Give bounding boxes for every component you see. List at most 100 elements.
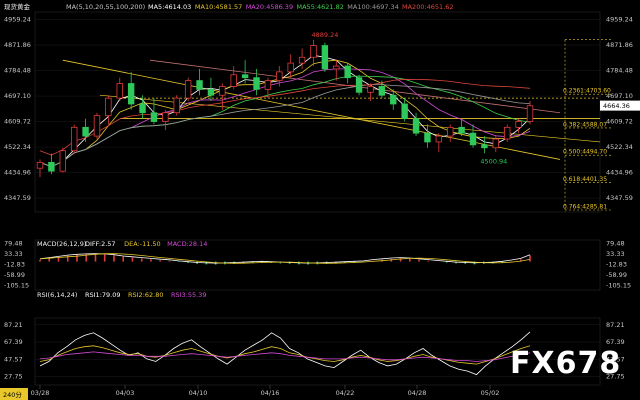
panel-frame [34,239,601,291]
macd-y-tick-right: -12.83 [606,261,627,269]
fib-label: 0.618:4401.35 [563,176,607,183]
x-tick-label: 04/10 [189,389,208,397]
candle-body [412,118,420,134]
candle-body [184,80,192,99]
candle-body [276,71,283,82]
low-label: 4500.94 [480,158,507,166]
candle-body [150,112,158,122]
ma-legend-item: MA100:4697.34 [347,3,399,11]
candle-body [162,112,169,122]
y-tick-right: 4522.34 [606,143,633,151]
candle-body [310,45,317,58]
candle-body [321,45,329,70]
macd-legend-item: DIFF:2.57 [85,240,116,248]
ma-legend-item: MA55:4621.82 [297,3,344,11]
y-tick-left: 4697.10 [4,92,31,100]
y-tick-left: 4959.24 [4,16,31,24]
y-tick-left: 4609.72 [4,118,31,126]
candle-body [116,83,123,99]
candle-body [105,97,112,117]
macd-title: MACD(26,12,9) [37,240,86,248]
y-tick-right: 4347.59 [606,194,633,202]
ma-legend-item: MA200:4651.62 [402,3,454,11]
candle-body [344,65,351,79]
x-tick-label: 04/28 [408,389,427,397]
candle-body [504,126,511,140]
candle-body [333,65,340,70]
rsi-y-tick-right: 87.21 [606,321,625,329]
candle-body [230,74,237,87]
ma-legend-item: MA5:4614.03 [148,3,191,11]
fib-label: 0.764:4285.81 [563,204,607,211]
rsi-title: RSI(6,14,24) [37,291,77,299]
trading-chart[interactable]: 现货黄金 MA(5,10,20,55,100,200) MA5:4614.03 MA1… [0,0,640,400]
candle-body [515,121,522,128]
macd-legend-item: MACD:28.14 [167,240,207,248]
ma-legend-item: MA20:4586.39 [246,3,293,11]
y-tick-left: 4347.59 [4,194,31,202]
rsi-line-1 [39,331,531,376]
candle-body [492,138,500,149]
rsi-legend-item: RSI2:62.80 [128,291,164,299]
y-tick-right: 4959.24 [606,16,633,24]
watermark: FX678 [510,346,622,381]
candle-body [196,80,203,90]
ma-legend-item: MA10:4581.57 [195,3,242,11]
ma-header: MA(5,10,20,55,100,200) [66,3,145,11]
ma20-line [39,68,531,168]
period-label: 240分 [3,390,22,399]
candle-body [469,132,477,146]
candle-body [264,80,272,90]
macd-y-tick-right: 79.48 [606,240,625,248]
macd-y-tick-right: -58.99 [606,271,627,279]
candle-body [207,88,215,96]
candle-body [298,56,306,64]
macd-y-tick-left: -58.99 [4,271,25,279]
fib-label: 0.2361:4703.60 [563,88,611,95]
x-tick-label: 05/02 [481,389,500,397]
candle-body [355,77,363,93]
last-price: 4664.36 [603,102,630,110]
x-tick-label: 03/28 [31,389,50,397]
candle-body [458,126,465,134]
candle-body [287,62,294,73]
macd-y-tick-right: -105.15 [606,281,631,289]
candle-body [424,132,431,143]
x-tick-label: 04/03 [116,389,135,397]
rsi-y-tick-left: 47.57 [4,355,23,363]
candle-body [526,105,534,122]
candle-body [378,86,386,96]
rsi-y-tick-left: 27.75 [4,373,23,381]
candle-body [253,77,260,90]
rsi-y-tick-right: 67.39 [606,338,625,346]
fib-label: 0.500:4494.70 [563,149,607,156]
rsi-legend-item: RSI1:79.09 [85,291,121,299]
candle-body [173,97,180,114]
candle-body [367,86,374,93]
candle-body [93,115,101,137]
candle-body [139,103,146,114]
rsi-line-3 [39,351,531,362]
rsi-y-tick-left: 67.39 [4,338,23,346]
x-tick-label: 04/22 [336,389,355,397]
macd-y-tick-left: 79.48 [4,240,23,248]
candle-body [70,126,78,152]
y-tick-right: 4434.96 [606,169,633,177]
candle-body [390,94,397,105]
high-label: 4889.24 [311,31,338,39]
fib-label: 0.382:4588.07 [563,121,607,128]
candle-body [59,150,66,172]
candle-body [82,126,89,137]
candle-body [48,161,55,172]
candle-body [219,86,226,96]
y-tick-left: 4871.86 [4,41,31,49]
y-tick-right: 4609.72 [606,118,633,126]
candle-body [127,83,135,105]
candle-body [447,126,454,137]
candle-body [481,144,488,149]
macd-y-tick-left: -12.83 [4,261,25,269]
candle-body [435,135,443,143]
y-tick-left: 4522.34 [4,143,31,151]
candle-body [36,161,44,169]
macd-legend-item: DEA:-11.50 [124,240,161,248]
